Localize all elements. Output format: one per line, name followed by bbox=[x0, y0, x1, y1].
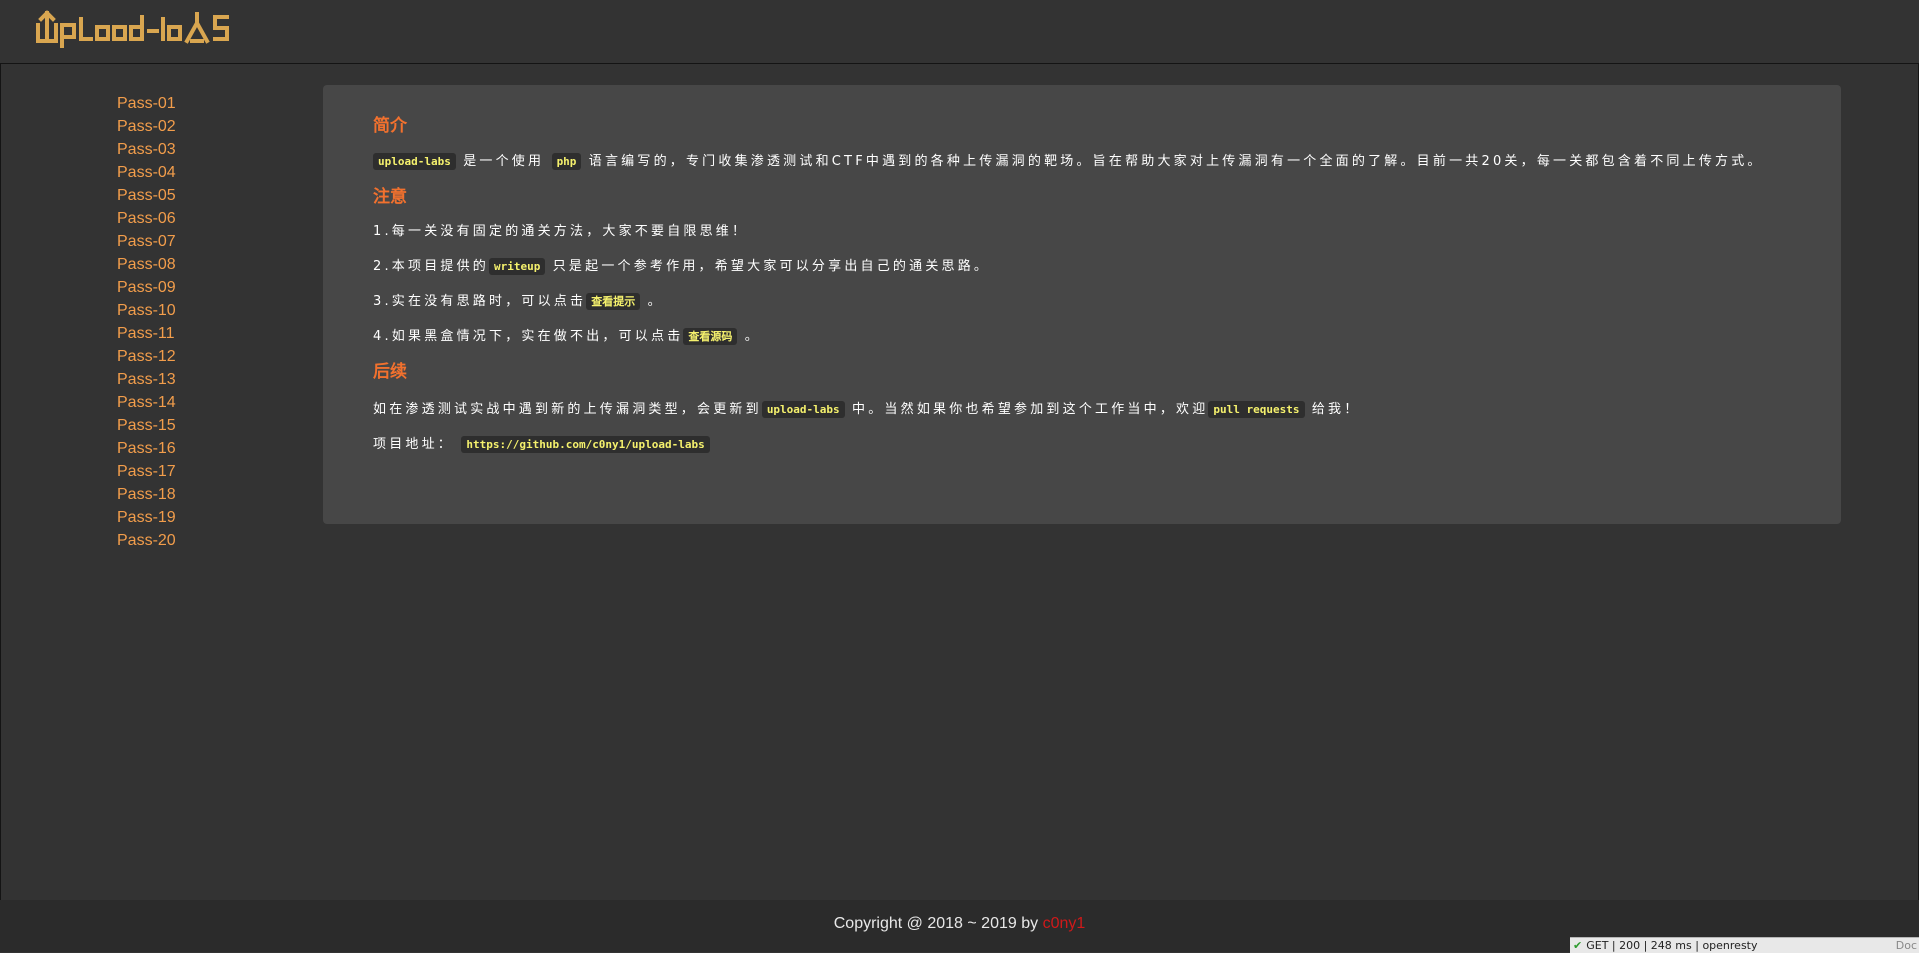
doc-label: Doc bbox=[1895, 939, 1917, 952]
sidebar-item-pass-15[interactable]: Pass-15 bbox=[117, 414, 317, 437]
sidebar-item-pass-09[interactable]: Pass-09 bbox=[117, 276, 317, 299]
note-4-text-b: 。 bbox=[744, 329, 761, 344]
project-address: 项目地址： https://github.com/c0ny1/upload-la… bbox=[373, 434, 1789, 455]
view-hint-link[interactable]: 查看提示 bbox=[586, 293, 641, 310]
sidebar-item-pass-06[interactable]: Pass-06 bbox=[117, 207, 317, 230]
upload-labs-logo-icon bbox=[36, 10, 229, 48]
footer-copyright: Copyright @ 2018 ~ 2019 by c0ny1 bbox=[0, 915, 1919, 933]
sidebar-item-pass-10[interactable]: Pass-10 bbox=[117, 299, 317, 322]
sidebar-item-pass-01[interactable]: Pass-01 bbox=[117, 92, 317, 115]
note-4-text-a: 4.如果黑盒情况下，实在做不出，可以点击 bbox=[373, 329, 684, 344]
sidebar-item-pass-14[interactable]: Pass-14 bbox=[117, 391, 317, 414]
sidebar-item-pass-02[interactable]: Pass-02 bbox=[117, 115, 317, 138]
site-logo[interactable] bbox=[35, 9, 265, 53]
code-pull-requests: pull requests bbox=[1208, 401, 1305, 418]
sidebar-item-pass-13[interactable]: Pass-13 bbox=[117, 368, 317, 391]
sidebar-item-pass-16[interactable]: Pass-16 bbox=[117, 437, 317, 460]
check-icon: ✔ bbox=[1573, 939, 1583, 952]
author-name: c0ny1 bbox=[1042, 915, 1086, 932]
sidebar-item-pass-20[interactable]: Pass-20 bbox=[117, 529, 317, 552]
project-address-label: 项目地址： bbox=[373, 437, 455, 452]
github-link[interactable]: https://github.com/c0ny1/upload-labs bbox=[461, 436, 710, 453]
note-2-text-b: 只是起一个参考作用，希望大家可以分享出自己的通关思路。 bbox=[552, 259, 991, 274]
sidebar-item-pass-17[interactable]: Pass-17 bbox=[117, 460, 317, 483]
sidebar-item-pass-12[interactable]: Pass-12 bbox=[117, 345, 317, 368]
sidebar-item-pass-05[interactable]: Pass-05 bbox=[117, 184, 317, 207]
note-item-1: 1.每一关没有固定的通关方法，大家不要自限思维！ bbox=[373, 224, 749, 239]
followup-text-b: 中。当然如果你也希望参加到这个工作当中，欢迎 bbox=[852, 402, 1209, 417]
note-2-text-a: 2.本项目提供的 bbox=[373, 259, 490, 274]
sidebar-item-pass-19[interactable]: Pass-19 bbox=[117, 506, 317, 529]
intro-panel: 简介 upload-labs 是一个使用 php 语言编写的，专门收集渗透测试和… bbox=[323, 85, 1841, 524]
request-status-bar[interactable]: ✔ GET | 200 | 248 ms | openresty Doc bbox=[1570, 937, 1919, 953]
sidebar-item-pass-03[interactable]: Pass-03 bbox=[117, 138, 317, 161]
code-upload-labs-2: upload-labs bbox=[761, 401, 845, 418]
sidebar-item-pass-07[interactable]: Pass-07 bbox=[117, 230, 317, 253]
copyright-text: Copyright @ 2018 ~ 2019 by bbox=[833, 915, 1043, 932]
note-item-2: 2.本项目提供的 writeup 只是起一个参考作用，希望大家可以分享出自己的通关… bbox=[373, 256, 1789, 277]
intro-heading: 简介 bbox=[373, 116, 407, 136]
intro-text-2: 语言编写的，专门收集渗透测试和CTF中遇到的各种上传漏洞的靶场。旨在帮助大家对上… bbox=[588, 154, 1764, 169]
followup-heading: 后续 bbox=[373, 362, 407, 382]
note-3-text-a: 3.实在没有思路时，可以点击 bbox=[373, 294, 587, 309]
sidebar-item-pass-18[interactable]: Pass-18 bbox=[117, 483, 317, 506]
header-bar bbox=[0, 0, 1919, 64]
notes-heading: 注意 bbox=[373, 187, 407, 207]
note-item-3: 3.实在没有思路时，可以点击 查看提示 。 bbox=[373, 291, 1789, 312]
sidebar-item-pass-04[interactable]: Pass-04 bbox=[117, 161, 317, 184]
code-php: php bbox=[551, 153, 582, 170]
code-writeup: writeup bbox=[489, 258, 546, 275]
sidebar-item-pass-11[interactable]: Pass-11 bbox=[117, 322, 317, 345]
intro-paragraph: upload-labs 是一个使用 php 语言编写的，专门收集渗透测试和CTF… bbox=[373, 151, 1789, 172]
note-item-4: 4.如果黑盒情况下，实在做不出，可以点击 查看源码 。 bbox=[373, 326, 1789, 347]
intro-text-1: 是一个使用 bbox=[463, 154, 545, 169]
sidebar-nav: Pass-01 Pass-02 Pass-03 Pass-04 Pass-05 … bbox=[117, 92, 317, 552]
code-upload-labs: upload-labs bbox=[373, 153, 456, 170]
followup-paragraph: 如在渗透测试实战中遇到新的上传漏洞类型，会更新到 upload-labs 中。当然… bbox=[373, 399, 1789, 420]
sidebar-item-pass-08[interactable]: Pass-08 bbox=[117, 253, 317, 276]
note-3-text-b: 。 bbox=[647, 294, 664, 309]
request-status-text: GET | 200 | 248 ms | openresty bbox=[1586, 939, 1758, 952]
view-source-link[interactable]: 查看源码 bbox=[683, 328, 738, 345]
followup-text-a: 如在渗透测试实战中遇到新的上传漏洞类型，会更新到 bbox=[373, 402, 762, 417]
followup-text-c: 给我！ bbox=[1311, 402, 1361, 417]
